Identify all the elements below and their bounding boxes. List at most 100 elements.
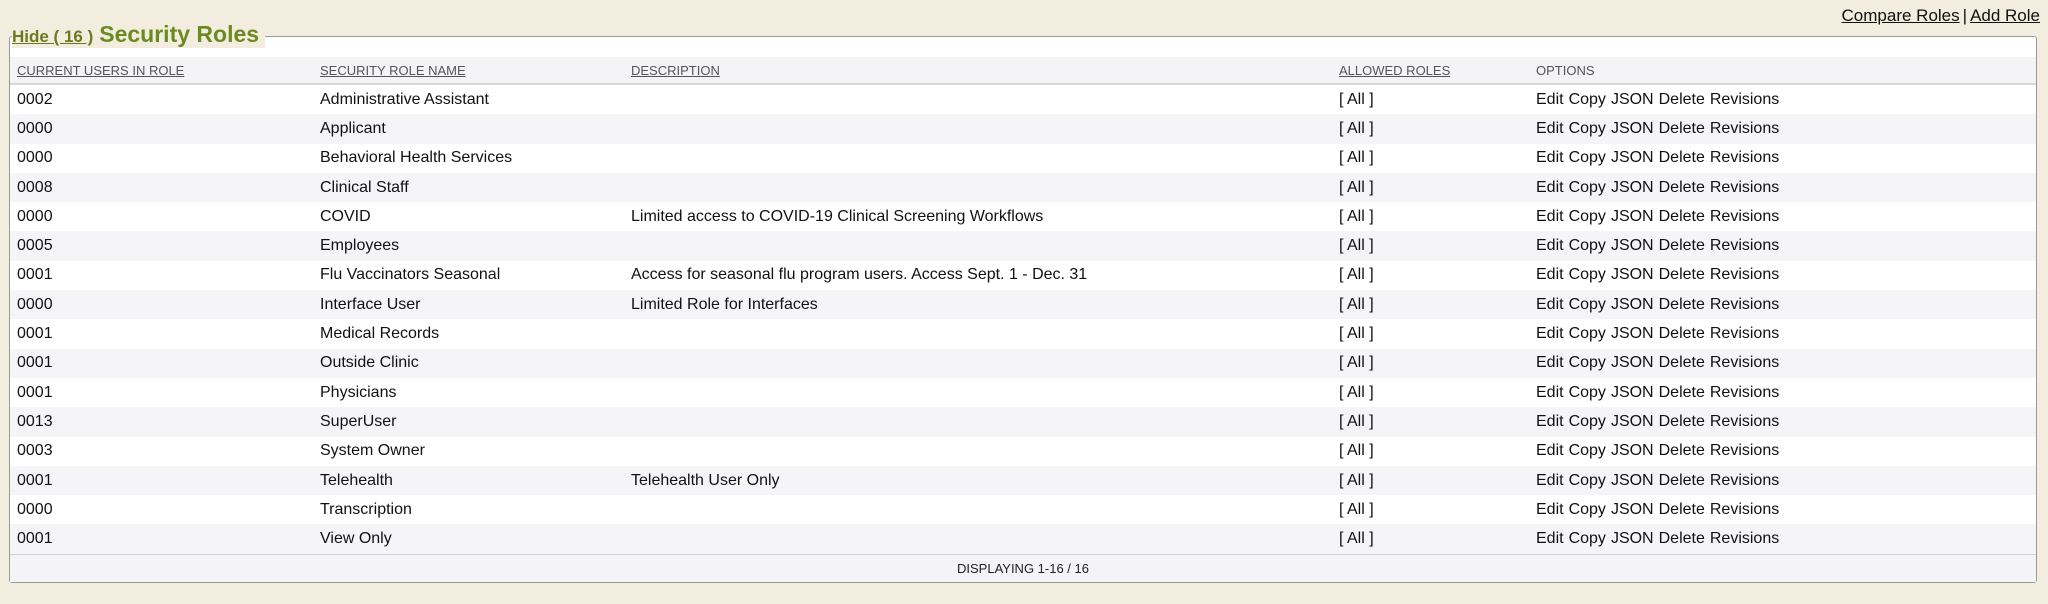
revisions-role-link[interactable]: Revisions xyxy=(1710,325,1779,342)
json-role-link[interactable]: JSON xyxy=(1611,472,1654,489)
cell-allowed-roles: [ All ] xyxy=(1332,407,1529,437)
json-role-link[interactable]: JSON xyxy=(1611,266,1654,283)
copy-role-link[interactable]: Copy xyxy=(1569,354,1606,371)
edit-role-link[interactable]: Edit xyxy=(1536,149,1564,166)
edit-role-link[interactable]: Edit xyxy=(1536,179,1564,196)
json-role-link[interactable]: JSON xyxy=(1611,384,1654,401)
delete-role-link[interactable]: Delete xyxy=(1659,472,1705,489)
edit-role-link[interactable]: Edit xyxy=(1536,530,1564,547)
edit-role-link[interactable]: Edit xyxy=(1536,266,1564,283)
cell-allowed-roles: [ All ] xyxy=(1332,348,1529,378)
column-header-allowed-roles[interactable]: ALLOWED ROLES xyxy=(1332,57,1529,85)
copy-role-link[interactable]: Copy xyxy=(1569,413,1606,430)
cell-description xyxy=(624,495,1332,525)
revisions-role-link[interactable]: Revisions xyxy=(1710,472,1779,489)
cell-users: 0000 xyxy=(10,143,313,173)
copy-role-link[interactable]: Copy xyxy=(1569,179,1606,196)
copy-role-link[interactable]: Copy xyxy=(1569,91,1606,108)
json-role-link[interactable]: JSON xyxy=(1611,530,1654,547)
edit-role-link[interactable]: Edit xyxy=(1536,472,1564,489)
cell-options: Edit Copy JSON Delete Revisions xyxy=(1529,290,2036,320)
revisions-role-link[interactable]: Revisions xyxy=(1710,208,1779,225)
column-header-users[interactable]: CURRENT USERS IN ROLE xyxy=(10,57,313,85)
edit-role-link[interactable]: Edit xyxy=(1536,413,1564,430)
copy-role-link[interactable]: Copy xyxy=(1569,149,1606,166)
delete-role-link[interactable]: Delete xyxy=(1659,266,1705,283)
json-role-link[interactable]: JSON xyxy=(1611,91,1654,108)
copy-role-link[interactable]: Copy xyxy=(1569,442,1606,459)
delete-role-link[interactable]: Delete xyxy=(1659,179,1705,196)
copy-role-link[interactable]: Copy xyxy=(1569,296,1606,313)
cell-users: 0008 xyxy=(10,172,313,203)
delete-role-link[interactable]: Delete xyxy=(1659,530,1705,547)
copy-role-link[interactable]: Copy xyxy=(1569,120,1606,137)
revisions-role-link[interactable]: Revisions xyxy=(1710,179,1779,196)
table-header-row: CURRENT USERS IN ROLE SECURITY ROLE NAME… xyxy=(10,57,2036,85)
copy-role-link[interactable]: Copy xyxy=(1569,384,1606,401)
revisions-role-link[interactable]: Revisions xyxy=(1710,384,1779,401)
edit-role-link[interactable]: Edit xyxy=(1536,237,1564,254)
json-role-link[interactable]: JSON xyxy=(1611,325,1654,342)
delete-role-link[interactable]: Delete xyxy=(1659,413,1705,430)
revisions-role-link[interactable]: Revisions xyxy=(1710,91,1779,108)
edit-role-link[interactable]: Edit xyxy=(1536,91,1564,108)
copy-role-link[interactable]: Copy xyxy=(1569,237,1606,254)
json-role-link[interactable]: JSON xyxy=(1611,179,1654,196)
delete-role-link[interactable]: Delete xyxy=(1659,91,1705,108)
delete-role-link[interactable]: Delete xyxy=(1659,501,1705,518)
json-role-link[interactable]: JSON xyxy=(1611,237,1654,254)
revisions-role-link[interactable]: Revisions xyxy=(1710,120,1779,137)
revisions-role-link[interactable]: Revisions xyxy=(1710,354,1779,371)
delete-role-link[interactable]: Delete xyxy=(1659,120,1705,137)
edit-role-link[interactable]: Edit xyxy=(1536,442,1564,459)
column-header-role-name[interactable]: SECURITY ROLE NAME xyxy=(313,57,624,85)
delete-role-link[interactable]: Delete xyxy=(1659,442,1705,459)
edit-role-link[interactable]: Edit xyxy=(1536,384,1564,401)
cell-role-name: Employees xyxy=(313,231,624,261)
revisions-role-link[interactable]: Revisions xyxy=(1710,266,1779,283)
revisions-role-link[interactable]: Revisions xyxy=(1710,413,1779,430)
copy-role-link[interactable]: Copy xyxy=(1569,530,1606,547)
revisions-role-link[interactable]: Revisions xyxy=(1710,530,1779,547)
add-role-link[interactable]: Add Role xyxy=(1970,6,2040,25)
json-role-link[interactable]: JSON xyxy=(1611,208,1654,225)
edit-role-link[interactable]: Edit xyxy=(1536,354,1564,371)
revisions-role-link[interactable]: Revisions xyxy=(1710,296,1779,313)
column-header-description[interactable]: DESCRIPTION xyxy=(624,57,1332,85)
delete-role-link[interactable]: Delete xyxy=(1659,325,1705,342)
json-role-link[interactable]: JSON xyxy=(1611,120,1654,137)
hide-roles-toggle[interactable]: Hide ( 16 ) xyxy=(12,27,93,47)
table-row: 0001 View Only [ All ] Edit Copy JSON Delete Re… xyxy=(10,524,2036,554)
edit-role-link[interactable]: Edit xyxy=(1536,208,1564,225)
copy-role-link[interactable]: Copy xyxy=(1569,208,1606,225)
json-role-link[interactable]: JSON xyxy=(1611,296,1654,313)
delete-role-link[interactable]: Delete xyxy=(1659,208,1705,225)
revisions-role-link[interactable]: Revisions xyxy=(1710,237,1779,254)
edit-role-link[interactable]: Edit xyxy=(1536,501,1564,518)
json-role-link[interactable]: JSON xyxy=(1611,442,1654,459)
copy-role-link[interactable]: Copy xyxy=(1569,501,1606,518)
cell-options: Edit Copy JSON Delete Revisions xyxy=(1529,377,2036,408)
edit-role-link[interactable]: Edit xyxy=(1536,325,1564,342)
delete-role-link[interactable]: Delete xyxy=(1659,384,1705,401)
revisions-role-link[interactable]: Revisions xyxy=(1710,501,1779,518)
delete-role-link[interactable]: Delete xyxy=(1659,296,1705,313)
edit-role-link[interactable]: Edit xyxy=(1536,120,1564,137)
revisions-role-link[interactable]: Revisions xyxy=(1710,149,1779,166)
copy-role-link[interactable]: Copy xyxy=(1569,266,1606,283)
delete-role-link[interactable]: Delete xyxy=(1659,149,1705,166)
json-role-link[interactable]: JSON xyxy=(1611,413,1654,430)
revisions-role-link[interactable]: Revisions xyxy=(1710,442,1779,459)
compare-roles-link[interactable]: Compare Roles xyxy=(1842,6,1960,25)
delete-role-link[interactable]: Delete xyxy=(1659,237,1705,254)
json-role-link[interactable]: JSON xyxy=(1611,354,1654,371)
copy-role-link[interactable]: Copy xyxy=(1569,325,1606,342)
edit-role-link[interactable]: Edit xyxy=(1536,296,1564,313)
copy-role-link[interactable]: Copy xyxy=(1569,472,1606,489)
json-role-link[interactable]: JSON xyxy=(1611,149,1654,166)
panel-legend: Hide ( 16 ) Security Roles xyxy=(12,21,266,48)
table-row: 0001 Flu Vaccinators Seasonal Access for s… xyxy=(10,260,2036,291)
cell-users: 0001 xyxy=(10,465,313,496)
json-role-link[interactable]: JSON xyxy=(1611,501,1654,518)
delete-role-link[interactable]: Delete xyxy=(1659,354,1705,371)
